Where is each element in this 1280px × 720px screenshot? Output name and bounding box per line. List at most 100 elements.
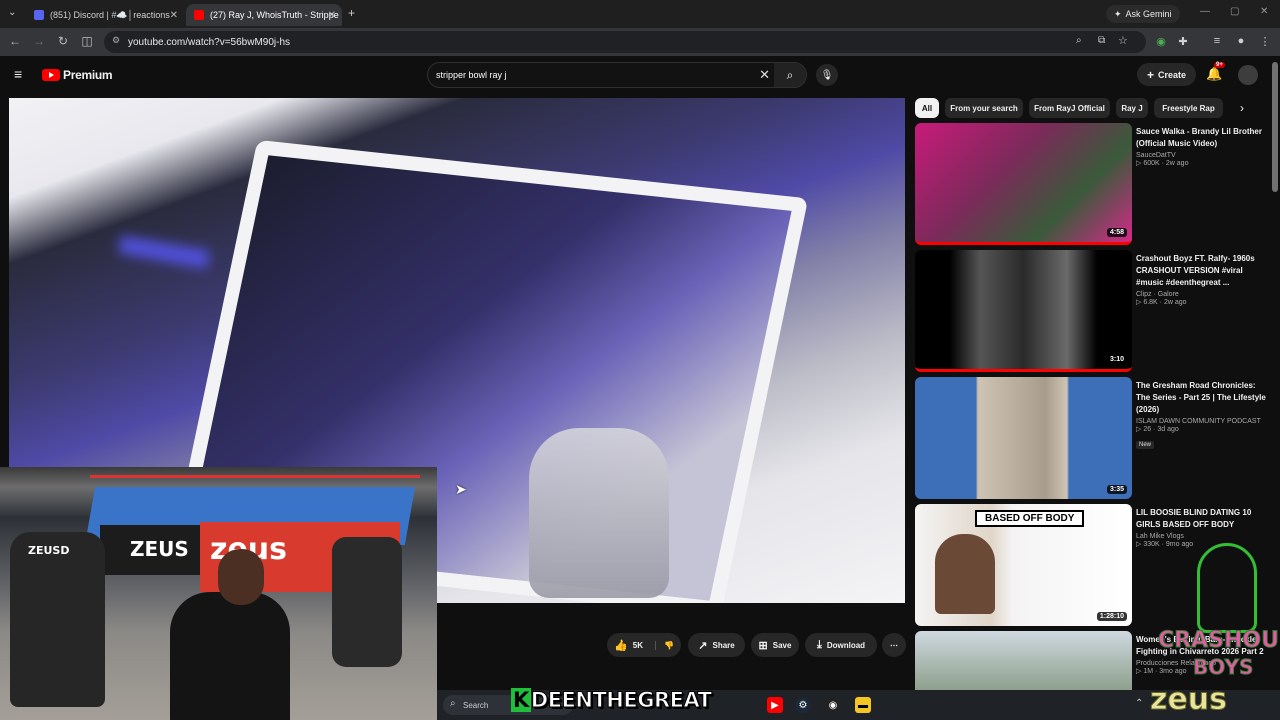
url-text: youtube.com/watch?v=56bwM90j-hs (128, 36, 291, 48)
clear-search-icon[interactable]: ✕ (759, 67, 770, 83)
save-button[interactable]: ⊞ Save (751, 633, 799, 657)
zoom-icon[interactable]: ⌕ (1076, 35, 1082, 46)
recommendation-item[interactable]: 4:58 Sauce Walka - Brandy Lil Brother (O… (915, 123, 1271, 245)
video-stats: ▷ 330K · 9mo ago (1136, 541, 1194, 548)
video-thumbnail[interactable]: 3:10 (915, 250, 1132, 372)
duration-badge: 3:35 (1106, 485, 1127, 494)
save-icon: ⊞ (758, 639, 768, 652)
channel-name[interactable]: Clipz · Galore (1136, 291, 1266, 298)
channel-name[interactable]: Lah Mike Vlogs (1136, 533, 1266, 540)
youtube-logo[interactable]: Premium (42, 68, 113, 82)
video-thumbnail[interactable]: BASED OFF BODY 1:28:10 (915, 504, 1132, 626)
notifications-icon[interactable]: 🔔 (1206, 66, 1222, 82)
chips-next-icon[interactable]: › (1240, 101, 1244, 115)
ask-gemini-button[interactable]: ✦ Ask Gemini (1106, 5, 1180, 23)
tray-chevron-icon[interactable]: ⌃ (1135, 698, 1143, 709)
forward-icon[interactable]: → (31, 34, 47, 48)
bookmark-icon[interactable]: ☆ (1118, 34, 1128, 47)
apron-text-left: ZEUS (130, 537, 189, 561)
download-button[interactable]: ⤓ Download (805, 633, 877, 657)
thumbnail-person (935, 534, 995, 614)
search-icon: ⌕ (450, 698, 456, 709)
video-title[interactable]: Sauce Walka - Brandy Lil Brother (Offici… (1136, 126, 1266, 150)
watermark-text: DEENTHEGREAT (530, 688, 712, 713)
mouse-cursor-icon: ➤ (455, 481, 467, 497)
recommendation-item[interactable]: 3:10 Crashout Boyz FT. Ralfy- 1960s CRAS… (915, 250, 1271, 372)
channel-name[interactable]: SauceDatTV (1136, 152, 1266, 159)
more-actions-button[interactable]: ⋯ (882, 633, 906, 657)
thumbs-up-icon: 👍 (614, 639, 628, 652)
media-icon[interactable]: ≡ (1210, 35, 1224, 47)
voice-search-button[interactable]: 🎙 (816, 64, 838, 86)
video-stats: ▷ 600K · 2w ago (1136, 160, 1189, 167)
search-icon: ⌕ (786, 67, 794, 82)
recommendation-item[interactable]: 3:35 The Gresham Road Chronicles: The Se… (915, 377, 1271, 499)
logo-text: Premium (63, 68, 113, 82)
extension-icon[interactable]: ◉ (1154, 35, 1168, 48)
like-button[interactable]: 👍 5K 👎 (607, 633, 681, 657)
close-tab-icon[interactable]: ✕ (328, 10, 336, 21)
crashout-logo-text: CRASHOU (1158, 628, 1280, 654)
watermark-k: K (511, 688, 531, 712)
avatar[interactable] (1238, 65, 1258, 85)
webcam-overlay: ZEUS zeus ZEUSD (0, 467, 437, 720)
chip-freestyle-rap[interactable]: Freestyle Rap (1154, 98, 1223, 118)
scrollbar[interactable] (1272, 62, 1278, 192)
like-count: 5K (632, 640, 643, 650)
extensions-puzzle-icon[interactable]: ✚ (1176, 35, 1190, 48)
tab-discord[interactable]: (851) Discord | #☁️│reactions ✕ (26, 4, 184, 26)
tab-label: (851) Discord | #☁️│reactions (50, 9, 170, 20)
youtube-icon (194, 10, 204, 20)
address-bar-row: ← → ↻ ◫ ⚙ youtube.com/watch?v=56bwM90j-h… (0, 28, 1280, 56)
boys-logo-text: BOYS (1192, 655, 1254, 680)
more-icon: ⋯ (890, 640, 898, 650)
duration-badge: 1:28:10 (1096, 612, 1127, 621)
share-button[interactable]: ↗ Share (688, 633, 745, 657)
minimize-icon[interactable]: — (1200, 6, 1210, 17)
profile-icon[interactable]: ● (1234, 35, 1248, 47)
new-tab-icon[interactable]: + (348, 6, 355, 20)
tab-list-icon[interactable]: ⌄ (8, 7, 16, 18)
close-window-icon[interactable]: ✕ (1260, 6, 1268, 17)
video-frame-seat (529, 428, 669, 598)
back-icon[interactable]: ← (7, 34, 23, 48)
reload-icon[interactable]: ↻ (55, 34, 71, 48)
gaming-chair: ZEUSD (10, 532, 105, 707)
video-thumbnail[interactable]: 3:35 (915, 377, 1132, 499)
ring-apron-left: ZEUS (100, 525, 210, 575)
search-button[interactable]: ⌕ (774, 63, 806, 87)
tab-youtube[interactable]: (27) Ray J, WhoisTruth - Strippe ✕ (186, 4, 342, 26)
split-view-icon[interactable]: ◫ (79, 34, 95, 48)
obs-icon[interactable]: ◉ (825, 697, 841, 713)
share-label: Share (712, 640, 735, 650)
youtube-header: ≡ Premium stripper bowl ray j ✕ ⌕ 🎙 + Cr… (0, 56, 1280, 96)
file-explorer-icon[interactable]: ▬ (855, 697, 871, 713)
video-title[interactable]: LIL BOOSIE BLIND DATING 10 GIRLS BASED O… (1136, 507, 1266, 531)
download-icon: ⤓ (816, 638, 822, 651)
site-info-icon[interactable]: ⚙ (112, 35, 120, 46)
video-stats: ▷ 6.8K · 2w ago (1136, 299, 1187, 306)
video-thumbnail[interactable]: 4:58 (915, 123, 1132, 245)
thumbs-down-icon[interactable]: 👎 (654, 640, 674, 650)
maximize-icon[interactable]: ▢ (1230, 6, 1239, 17)
close-tab-icon[interactable]: ✕ (170, 10, 178, 21)
video-title[interactable]: The Gresham Road Chronicles: The Series … (1136, 380, 1266, 416)
install-icon[interactable]: ⧉ (1098, 35, 1105, 46)
url-field[interactable]: ⚙ youtube.com/watch?v=56bwM90j-hs ⌕ ⧉ ☆ (104, 31, 1146, 53)
menu-icon[interactable]: ⋮ (1258, 35, 1272, 48)
video-title[interactable]: Crashout Boyz FT. Ralfy- 1960s CRASHOUT … (1136, 253, 1266, 289)
youtube-taskbar-icon[interactable]: ▶ (767, 697, 783, 713)
create-button[interactable]: + Create (1137, 63, 1196, 86)
channel-name[interactable]: ISLAM DAWN COMMUNITY PODCAST (1136, 418, 1266, 425)
tab-label: (27) Ray J, WhoisTruth - Strippe (210, 10, 339, 20)
new-badge: New (1136, 441, 1155, 449)
chip-ray-j[interactable]: Ray J (1116, 98, 1148, 118)
hamburger-icon[interactable]: ≡ (14, 66, 22, 82)
ring-rope (90, 475, 420, 478)
chip-all[interactable]: All (915, 98, 939, 118)
chip-from-rayj-official[interactable]: From RayJ Official (1029, 98, 1110, 118)
video-thumbnail[interactable] (915, 631, 1132, 690)
search-input[interactable]: stripper bowl ray j ✕ ⌕ (427, 62, 807, 88)
steam-icon[interactable]: ⚙ (795, 697, 811, 713)
chip-from-your-search[interactable]: From your search (945, 98, 1023, 118)
